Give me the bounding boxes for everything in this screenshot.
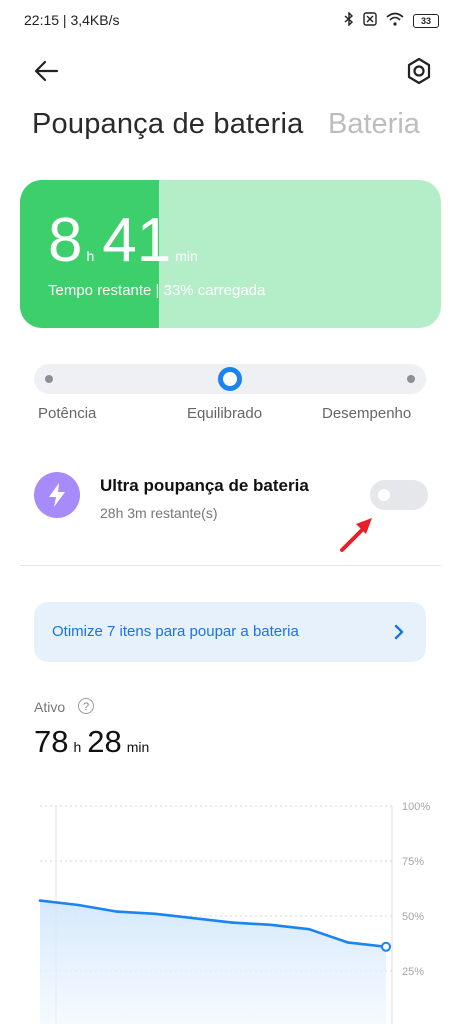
minutes-unit: min [175, 248, 198, 264]
gear-icon [407, 57, 431, 85]
active-hours-unit: h [73, 739, 82, 755]
y-tick-label: 50% [402, 911, 424, 923]
back-button[interactable] [30, 54, 64, 88]
battery-status-card: 8 h 41 min Tempo restante | 33% carregad… [20, 180, 441, 328]
ultra-saving-subtitle: 28h 3m restante(s) [100, 505, 218, 521]
data-point [38, 899, 42, 902]
lightning-icon [49, 483, 65, 507]
mode-dot-performance [407, 375, 415, 383]
battery-icon: 33 [413, 13, 439, 28]
remaining-hours: 8 [48, 206, 83, 275]
mode-option-power[interactable]: Potência [38, 405, 96, 422]
mode-option-performance[interactable]: Desempenho [322, 405, 411, 422]
question-icon[interactable]: ? [78, 698, 94, 714]
divider [20, 565, 441, 566]
optimize-label: Otimize 7 itens para poupar a bateria [52, 623, 299, 640]
bluetooth-icon [344, 11, 354, 29]
chevron-right-icon [394, 624, 404, 640]
battery-usage-chart: 100% 75% 50% 25% [38, 801, 430, 1024]
y-tick-label: 100% [402, 801, 430, 813]
mode-option-balanced[interactable]: Equilibrado [187, 405, 262, 422]
y-tick-label: 75% [402, 856, 424, 868]
data-point [154, 912, 157, 916]
wifi-icon [386, 12, 404, 29]
data-point [307, 927, 311, 931]
arrow-left-icon [34, 60, 59, 82]
data-point [230, 921, 234, 924]
current-level-point [381, 941, 391, 952]
tab-battery-saving[interactable]: Poupança de bateria [32, 108, 303, 141]
mode-dot-power [45, 375, 53, 383]
active-label: Ativo [34, 699, 66, 715]
tab-battery[interactable]: Bateria [328, 108, 420, 141]
data-point [115, 910, 119, 913]
mode-slider-knob[interactable] [218, 367, 242, 391]
data-point [77, 903, 80, 907]
active-minutes-unit: min [126, 739, 150, 755]
remaining-minutes: 41 [102, 206, 172, 275]
toggle-knob [378, 489, 390, 501]
remaining-time: 8 h 41 min [48, 210, 206, 272]
active-hours: 78 [34, 724, 69, 759]
mode-slider[interactable] [34, 364, 426, 394]
data-point [192, 916, 196, 920]
ultra-saving-toggle[interactable] [370, 480, 428, 510]
ultra-saving-title: Ultra poupança de bateria [100, 476, 309, 495]
active-minutes: 28 [87, 724, 122, 759]
status-time-speed: 22:15 | 3,4KB/s [24, 12, 120, 28]
status-icons: 33 [344, 11, 439, 29]
y-tick-label: 25% [402, 966, 424, 978]
remaining-subtitle: Tempo restante | 33% carregada [48, 282, 266, 299]
no-sim-icon [363, 12, 377, 29]
hours-unit: h [86, 248, 95, 264]
red-arrow-annotation [340, 518, 372, 552]
settings-button[interactable] [402, 54, 436, 88]
data-point [346, 941, 349, 944]
active-time: 78 h 28 min [34, 724, 155, 760]
ultra-saving-icon-badge [34, 472, 80, 518]
data-point [269, 923, 272, 927]
optimize-items-button[interactable]: Otimize 7 itens para poupar a bateria [34, 602, 426, 662]
